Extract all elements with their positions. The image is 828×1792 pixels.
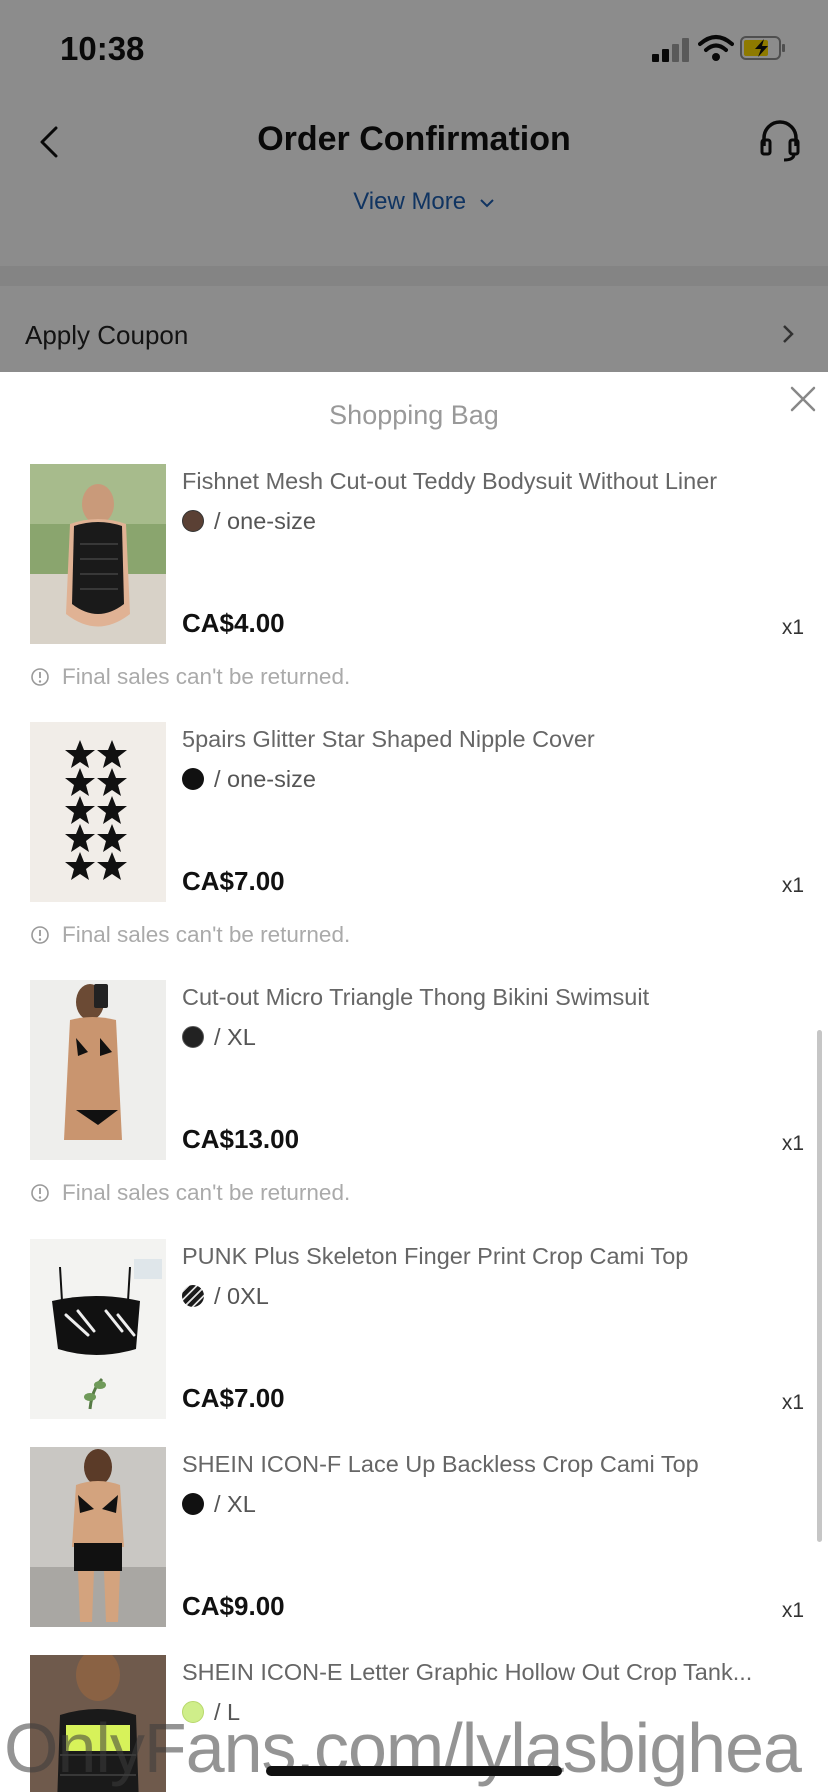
final-sale-text: Final sales can't be returned. [62,664,351,689]
product-quantity: x1 [781,874,804,897]
product-variant: / 0XL [182,1283,269,1309]
modal-backdrop[interactable] [0,0,828,372]
product-quantity: x1 [781,1132,804,1155]
product-name: PUNK Plus Skeleton Finger Print Crop Cam… [182,1243,689,1269]
product-quantity: x1 [781,1599,804,1622]
product-name: Cut-out Micro Triangle Thong Bikini Swim… [182,984,650,1010]
product-quantity: x1 [781,616,804,639]
final-sale-notice: Final sales can't be returned. [30,664,350,690]
product-name: 5pairs Glitter Star Shaped Nipple Cover [182,726,595,752]
product-name: SHEIN ICON-E Letter Graphic Hollow Out C… [182,1659,753,1685]
color-swatch [182,1493,204,1515]
product-price: CA$13.00 [182,1124,300,1154]
product-price: CA$7.00 [182,1383,285,1413]
product-price: CA$7.00 [182,866,285,896]
info-icon [31,1184,49,1202]
product-price: CA$4.00 [182,608,285,638]
product-image[interactable] [30,1239,166,1419]
product-name: SHEIN ICON-F Lace Up Backless Crop Cami … [182,1451,699,1477]
product-variant: / XL [182,1491,256,1517]
home-indicator [266,1766,562,1776]
shopping-bag-sheet: Shopping Bag Fishnet Mesh Cut-out Teddy … [0,372,828,1792]
final-sale-text: Final sales can't be returned. [62,1180,351,1205]
info-icon [31,668,49,686]
variant-size: / 0XL [214,1282,269,1309]
product-quantity: x1 [781,1391,804,1414]
variant-size: / XL [214,1490,256,1517]
variant-size: / one-size [214,507,316,534]
product-image[interactable] [30,1447,166,1627]
final-sale-text: Final sales can't be returned. [62,922,351,947]
product-image[interactable] [30,722,166,902]
variant-size: / one-size [214,765,316,792]
variant-size: / XL [214,1023,256,1050]
final-sale-notice: Final sales can't be returned. [30,1180,350,1206]
product-price: CA$9.00 [182,1591,285,1621]
product-image[interactable] [30,980,166,1160]
product-variant: / one-size [182,508,316,534]
product-variant: / one-size [182,766,316,792]
close-icon[interactable] [788,384,818,414]
info-icon [31,926,49,944]
product-name: Fishnet Mesh Cut-out Teddy Bodysuit With… [182,468,718,494]
sheet-title: Shopping Bag [329,400,499,430]
color-swatch [182,510,204,532]
color-swatch [182,1285,204,1307]
scrollbar[interactable] [817,1030,822,1542]
product-variant: / XL [182,1024,256,1050]
final-sale-notice: Final sales can't be returned. [30,922,350,948]
product-image[interactable] [30,464,166,644]
watermark-text: OnlyFans.com/lylasbighea [4,1709,802,1787]
color-swatch [182,768,204,790]
color-swatch [182,1026,204,1048]
